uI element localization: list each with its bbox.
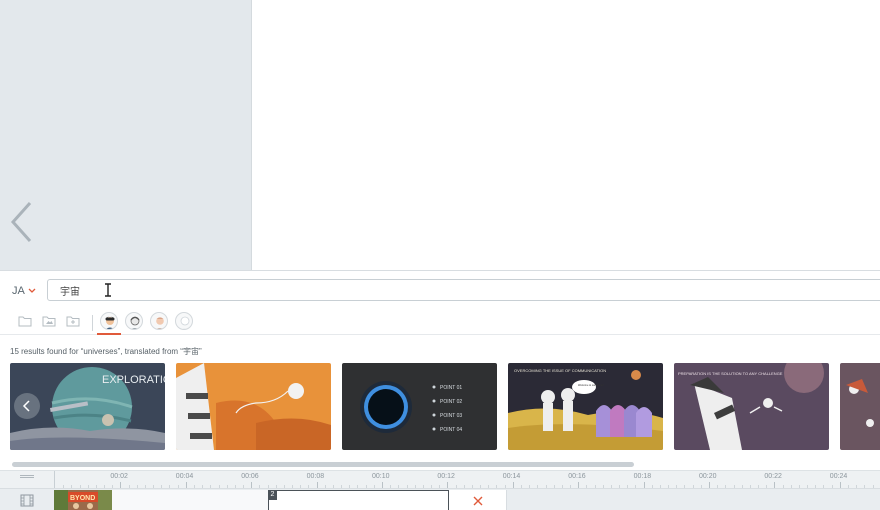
horizontal-scrollbar[interactable] bbox=[12, 462, 634, 467]
template-preview bbox=[840, 363, 880, 450]
ruler-tick-label: 00:22 bbox=[764, 473, 782, 480]
template-thumbnail[interactable]: OVERCOMING THE ISSUE OF COMMUNICATION We… bbox=[508, 363, 663, 450]
thumbnail-point: POINT 04 bbox=[440, 427, 462, 433]
character-avatar-icon bbox=[130, 316, 140, 329]
template-preview bbox=[176, 363, 331, 450]
ruler-tick-label: 00:14 bbox=[502, 473, 521, 480]
thumbnail-title: EXPLORATION bbox=[102, 374, 165, 386]
ruler-tick-label: 00:12 bbox=[437, 473, 455, 480]
ruler-tick-label: 00:20 bbox=[699, 473, 717, 480]
thumbnail-title: PREPARATION IS THE SOLUTION TO ANY CHALL… bbox=[678, 371, 783, 376]
filter-separator bbox=[92, 315, 93, 331]
scene-sidebar bbox=[0, 0, 252, 270]
clip-number: 2 bbox=[268, 490, 277, 500]
text-cursor-icon bbox=[105, 283, 111, 297]
thumbnail-title: OVERCOMING THE ISSUE OF COMMUNICATION bbox=[514, 368, 606, 373]
character-style-3-button[interactable] bbox=[150, 312, 168, 330]
ruler-tick-label: 00:02 bbox=[110, 473, 128, 480]
template-preview: POINT 01 POINT 02 POINT 03 POINT 04 bbox=[342, 363, 497, 450]
ruler-tick-label: 00:16 bbox=[568, 473, 586, 480]
carousel-previous-button[interactable] bbox=[14, 393, 40, 419]
template-thumbnail[interactable] bbox=[840, 363, 880, 450]
language-code: JA bbox=[12, 285, 25, 297]
thumbnail-bubble: Welcome to our planet! bbox=[578, 384, 604, 387]
ruler-start-line bbox=[54, 471, 55, 489]
template-thumbnail[interactable] bbox=[176, 363, 331, 450]
ruler-tick-label: 00:06 bbox=[241, 473, 259, 480]
previous-scene-button[interactable] bbox=[8, 200, 38, 244]
thumbnail-point: POINT 02 bbox=[440, 399, 462, 405]
chevron-down-icon bbox=[28, 288, 36, 293]
asset-library-panel: JA 宇宙 15 results found for “universes”, … bbox=[0, 270, 880, 470]
ruler-tick-label: 00:24 bbox=[829, 473, 848, 480]
template-preview: PREPARATION IS THE SOLUTION TO ANY CHALL… bbox=[674, 363, 829, 450]
ruler-tick-label: 00:18 bbox=[633, 473, 652, 480]
clip-thumbnail: BYOND bbox=[54, 490, 112, 510]
character-style-2-button[interactable] bbox=[125, 312, 143, 330]
thumbnail-point: POINT 03 bbox=[440, 413, 462, 419]
image-folder-icon[interactable] bbox=[42, 315, 56, 327]
timeline-clip-2[interactable] bbox=[112, 490, 268, 510]
chevron-left-icon bbox=[10, 201, 32, 243]
language-selector[interactable]: JA bbox=[12, 285, 36, 297]
ruler-tick-label: 00:04 bbox=[175, 473, 194, 480]
add-folder-icon[interactable] bbox=[66, 315, 80, 327]
film-icon[interactable] bbox=[20, 494, 34, 507]
timeline-ruler[interactable]: 00:02 00:04 00:06 00:08 00:10 00:12 00:14 00:16… bbox=[0, 470, 880, 489]
search-input[interactable] bbox=[47, 279, 880, 301]
ruler-tick-label: 00:08 bbox=[306, 473, 325, 480]
editor-window: JA 宇宙 15 results found for “universes”, … bbox=[0, 0, 880, 510]
character-avatar-icon bbox=[105, 316, 115, 329]
character-avatar-icon bbox=[156, 317, 164, 329]
template-thumbnail[interactable]: PREPARATION IS THE SOLUTION TO ANY CHALL… bbox=[674, 363, 829, 450]
timeline-clip-1[interactable]: BYOND bbox=[54, 490, 112, 510]
character-avatar-icon bbox=[180, 316, 190, 329]
active-filter-indicator bbox=[97, 333, 121, 335]
results-summary: 15 results found for “universes”, transl… bbox=[10, 347, 202, 356]
chevron-left-icon bbox=[22, 400, 30, 412]
scene-canvas[interactable] bbox=[253, 0, 880, 270]
template-preview: OVERCOMING THE ISSUE OF COMMUNICATION We… bbox=[508, 363, 663, 450]
character-style-1-button[interactable] bbox=[100, 312, 118, 330]
delete-clip-button[interactable] bbox=[449, 490, 507, 510]
folder-icon[interactable] bbox=[18, 315, 32, 327]
grip-icon[interactable] bbox=[20, 475, 34, 478]
clip-label: BYOND bbox=[70, 495, 95, 502]
character-style-4-button[interactable] bbox=[175, 312, 193, 330]
filter-bar bbox=[0, 309, 880, 335]
timeline-track: BYOND 2 bbox=[0, 488, 880, 510]
timeline-clip-selected[interactable]: 2 bbox=[268, 490, 449, 510]
ruler-tick-label: 00:10 bbox=[372, 473, 390, 480]
thumbnail-point: POINT 01 bbox=[440, 385, 462, 391]
close-icon bbox=[473, 496, 482, 505]
template-thumbnail[interactable]: POINT 01 POINT 02 POINT 03 POINT 04 bbox=[342, 363, 497, 450]
